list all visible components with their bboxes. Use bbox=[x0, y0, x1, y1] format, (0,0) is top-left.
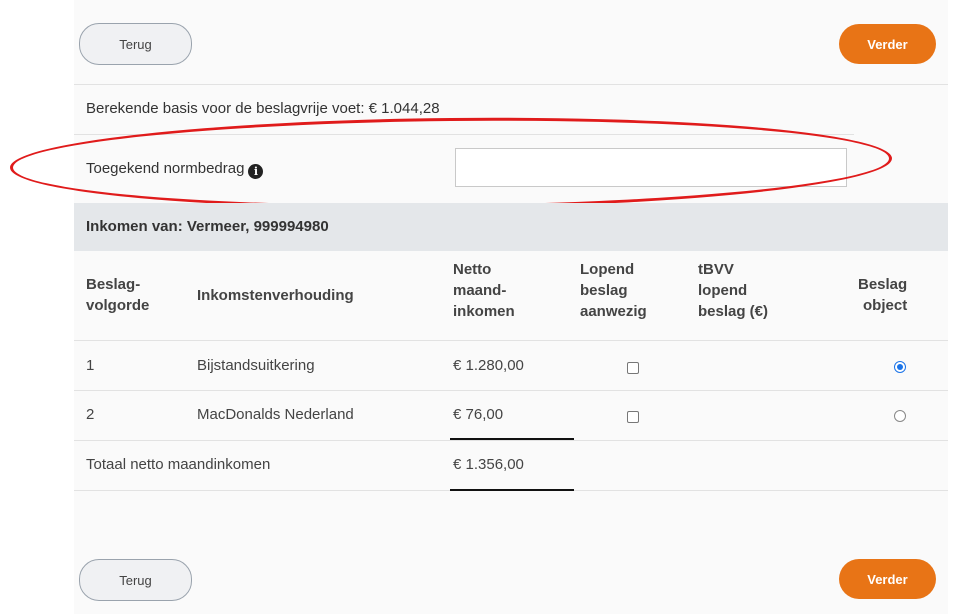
normbedrag-input[interactable] bbox=[455, 148, 847, 187]
divider bbox=[74, 84, 948, 85]
divider bbox=[74, 134, 854, 135]
col-header-running: Lopend beslag aanwezig bbox=[580, 261, 647, 320]
back-button-top[interactable]: Terug bbox=[79, 23, 192, 65]
income-section-header: Inkomen van: Vermeer, 999994980 bbox=[74, 203, 948, 251]
next-button-top[interactable]: Verder bbox=[839, 24, 936, 64]
col-header-relation: Inkomstenverhouding bbox=[197, 287, 354, 304]
normbedrag-label-text: Toegekend normbedrag bbox=[86, 160, 245, 177]
sum-line-bottom bbox=[450, 489, 574, 491]
back-button-bottom[interactable]: Terug bbox=[79, 559, 192, 601]
row-relation: Bijstandsuitkering bbox=[197, 357, 315, 374]
col-header-object: Beslag object bbox=[858, 276, 908, 314]
row-divider bbox=[74, 390, 948, 391]
seizure-object-radio[interactable] bbox=[894, 361, 906, 373]
next-button-bottom[interactable]: Verder bbox=[839, 559, 936, 599]
col-header-net: Netto maand-inkomen bbox=[453, 261, 515, 320]
income-header-text: Inkomen van: Vermeer, 999994980 bbox=[86, 218, 329, 235]
total-value: € 1.356,00 bbox=[453, 456, 524, 473]
total-label: Totaal netto maandinkomen bbox=[86, 456, 271, 473]
seizure-object-radio[interactable] bbox=[894, 410, 906, 422]
row-divider bbox=[74, 440, 948, 441]
row-divider bbox=[74, 340, 948, 341]
row-net-income: € 76,00 bbox=[453, 406, 504, 423]
normbedrag-label: Toegekend normbedrag i bbox=[86, 160, 264, 179]
col-header-tbvv: tBVV lopend beslag (€) bbox=[698, 261, 769, 320]
info-icon[interactable]: i bbox=[248, 164, 264, 179]
running-seizure-checkbox[interactable] bbox=[627, 411, 639, 423]
row-relation: MacDonalds Nederland bbox=[197, 406, 354, 423]
row-order: 2 bbox=[86, 406, 95, 423]
basis-text: Berekende basis voor de beslagvrije voet… bbox=[86, 100, 440, 117]
sum-line-top bbox=[450, 438, 574, 440]
row-net-income: € 1.280,00 bbox=[453, 357, 524, 374]
running-seizure-checkbox[interactable] bbox=[627, 362, 639, 374]
col-header-order: Beslag-volgorde bbox=[86, 276, 150, 314]
row-order: 1 bbox=[86, 357, 95, 374]
